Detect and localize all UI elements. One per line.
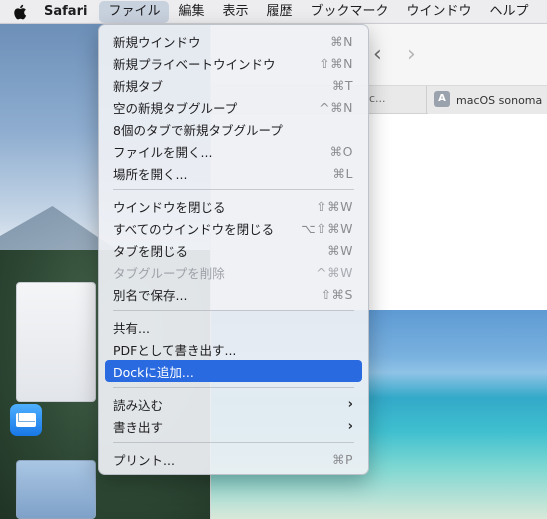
menu-item[interactable]: 8個のタブで新規タブグループ [105, 118, 362, 140]
menu-window[interactable]: ウインドウ [398, 0, 481, 24]
tab-macos-sonoma[interactable]: A macOS sonoma ウ [428, 86, 547, 114]
menu-bar: Safari ファイル 編集 表示 履歴 ブックマーク ウインドウ ヘルプ [0, 0, 547, 24]
menu-item-label: Dockに追加... [113, 364, 194, 380]
menu-bookmarks[interactable]: ブックマーク [302, 0, 398, 24]
menu-separator [113, 387, 354, 388]
menu-item-shortcut: ⇧⌘W [316, 198, 353, 214]
menu-item[interactable]: 書き出す › [105, 415, 362, 437]
menu-item-label: 書き出す [113, 419, 164, 435]
menu-item[interactable]: PDFとして書き出す... [105, 338, 362, 360]
menu-view[interactable]: 表示 [213, 0, 257, 24]
menu-item-shortcut: ⌘O [329, 143, 353, 159]
menu-help[interactable]: ヘルプ [481, 0, 538, 24]
menu-item-shortcut: ⌘P [331, 451, 353, 467]
menu-item-label: プリント... [113, 452, 175, 468]
menu-item-shortcut: ⌘L [332, 165, 353, 181]
forward-chevron-icon[interactable]: › [407, 44, 416, 66]
menu-item-label: 別名で保存... [113, 287, 188, 303]
menu-item-label: 場所を開く... [113, 166, 188, 182]
menu-app-safari[interactable]: Safari [40, 0, 99, 24]
menu-item-shortcut: ⇧⌘N [319, 55, 353, 71]
menu-item[interactable]: 共有... [105, 316, 362, 338]
menu-item-label: 新規プライベートウインドウ [113, 56, 276, 72]
menu-item[interactable]: Dockに追加... [105, 360, 362, 382]
file-dropdown-menu: 新規ウインドウ ⌘N 新規プライベートウインドウ ⇧⌘N 新規タブ ⌘T 空の新規タブグルー… [98, 24, 369, 475]
menu-separator [113, 310, 354, 311]
menu-item-label: 新規ウインドウ [113, 34, 201, 50]
menu-item[interactable]: 空の新規タブグループ ^⌘N [105, 96, 362, 118]
window-thumbnail-2[interactable] [16, 460, 96, 519]
menu-separator [113, 442, 354, 443]
menu-separator [113, 189, 354, 190]
apple-logo-icon [14, 4, 27, 19]
tab-title: macOS sonoma ウ [456, 94, 547, 107]
menu-item[interactable]: 読み込む › [105, 393, 362, 415]
menu-item[interactable]: 別名で保存... ⇧⌘S [105, 283, 362, 305]
menu-item-shortcut: ⌘W [327, 242, 353, 258]
menu-item[interactable]: すべてのウインドウを閉じる ⌥⇧⌘W [105, 217, 362, 239]
menu-item[interactable]: 新規ウインドウ ⌘N [105, 30, 362, 52]
submenu-chevron-icon: › [347, 396, 353, 412]
menu-item-label: 空の新規タブグループ [113, 100, 238, 116]
menu-item[interactable]: ウインドウを閉じる ⇧⌘W [105, 195, 362, 217]
menu-item: タブグループを削除 ^⌘W [105, 261, 362, 283]
menu-item[interactable]: プリント... ⌘P [105, 448, 362, 470]
menu-item-label: ウインドウを閉じる [113, 199, 226, 215]
menu-item-label: 共有... [113, 320, 150, 336]
menu-item[interactable]: タブを閉じる ⌘W [105, 239, 362, 261]
menu-item-label: ファイルを開く... [113, 144, 213, 160]
tab-previous[interactable]: c... [361, 86, 427, 114]
menu-edit[interactable]: 編集 [169, 0, 213, 24]
menu-item[interactable]: ファイルを開く... ⌘O [105, 140, 362, 162]
menu-item-shortcut: ⌘N [330, 33, 353, 49]
apple-menu[interactable] [0, 0, 40, 24]
submenu-chevron-icon: › [347, 418, 353, 434]
menu-item-label: 8個のタブで新規タブグループ [113, 122, 283, 138]
tab-previous-title: c... [369, 92, 386, 105]
menu-item-shortcut: ⌥⇧⌘W [301, 220, 353, 236]
menu-item-shortcut: ^⌘N [319, 99, 353, 115]
menu-item[interactable]: 場所を開く... ⌘L [105, 162, 362, 184]
menu-item-shortcut: ⇧⌘S [320, 286, 353, 302]
mail-app-icon[interactable] [10, 404, 42, 436]
menu-item-label: タブグループを削除 [113, 265, 225, 281]
menu-item-label: 読み込む [113, 397, 164, 413]
menu-history[interactable]: 履歴 [257, 0, 301, 24]
menu-item-shortcut: ^⌘W [316, 264, 353, 280]
menu-item[interactable]: 新規タブ ⌘T [105, 74, 362, 96]
menu-item-label: タブを閉じる [113, 243, 189, 259]
tab-favicon-icon: A [434, 91, 450, 107]
window-thumbnail[interactable] [16, 282, 96, 402]
menu-item-label: すべてのウインドウを閉じる [113, 221, 275, 237]
menu-item-label: 新規タブ [113, 78, 164, 94]
menu-item-label: PDFとして書き出す... [113, 342, 237, 358]
menu-item[interactable]: 新規プライベートウインドウ ⇧⌘N [105, 52, 362, 74]
menu-file[interactable]: ファイル [99, 0, 170, 23]
back-chevron-icon[interactable]: ‹ [373, 44, 382, 66]
menu-item-shortcut: ⌘T [331, 77, 353, 93]
